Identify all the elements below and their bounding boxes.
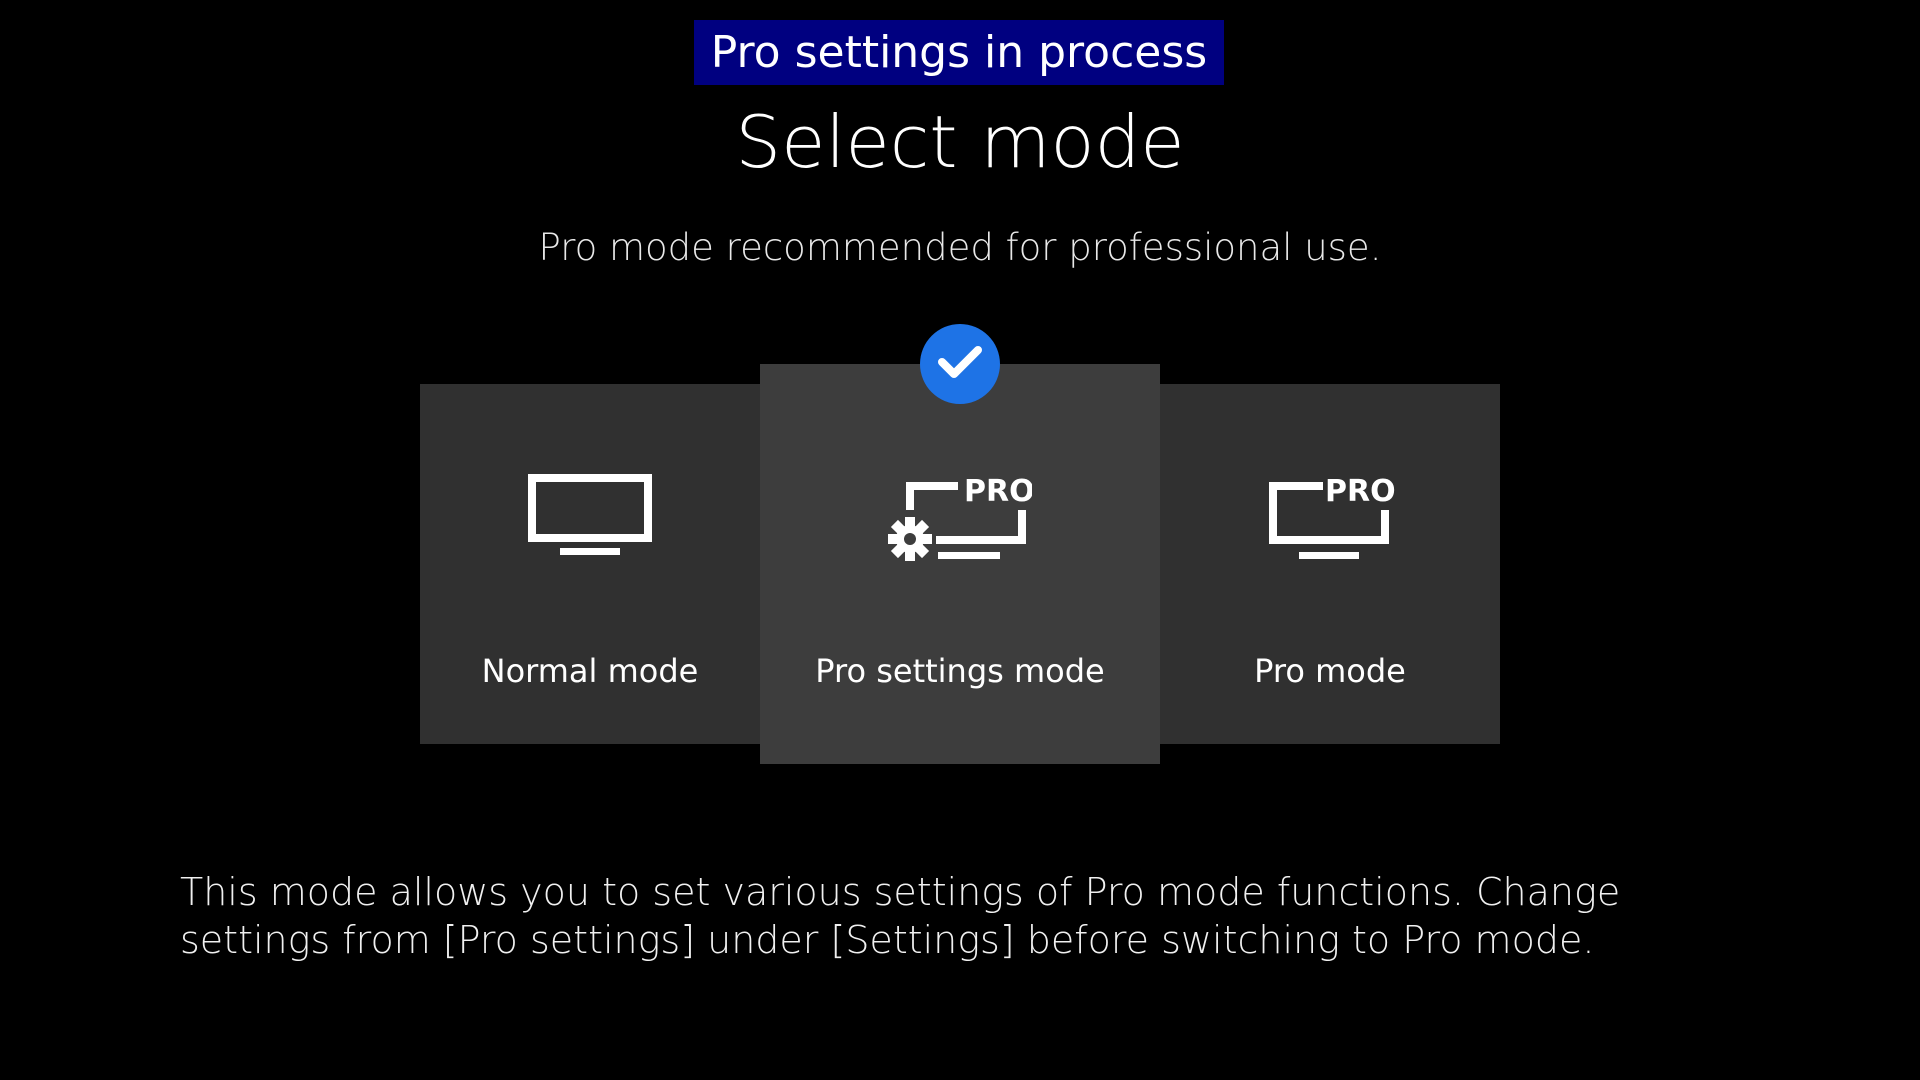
status-banner: Pro settings in process [694,20,1224,85]
checkmark-icon [938,344,982,384]
page-subtitle: Pro mode recommended for professional us… [538,226,1382,269]
mode-description: This mode allows you to set various sett… [180,870,1621,962]
mode-label-pro-settings: Pro settings mode [815,652,1105,690]
pro-badge-text: PRO [1325,474,1395,509]
mode-label-pro: Pro mode [1254,652,1406,690]
mode-label-normal: Normal mode [481,652,699,690]
select-mode-screen: Pro settings in process Select mode Pro … [0,0,1920,1080]
selected-indicator [920,324,1000,404]
mode-card-pro[interactable]: PRO Pro mode [1160,384,1500,744]
monitor-pro-settings-icon: PRO [888,474,1035,570]
monitor-pro-icon: PRO [1265,474,1396,570]
page-title: Select mode [735,100,1185,184]
mode-card-pro-settings[interactable]: PRO Pro settings mode [760,364,1160,764]
pro-badge-text: PRO [964,474,1032,509]
monitor-icon [528,474,652,562]
mode-card-normal[interactable]: Normal mode [420,384,760,744]
